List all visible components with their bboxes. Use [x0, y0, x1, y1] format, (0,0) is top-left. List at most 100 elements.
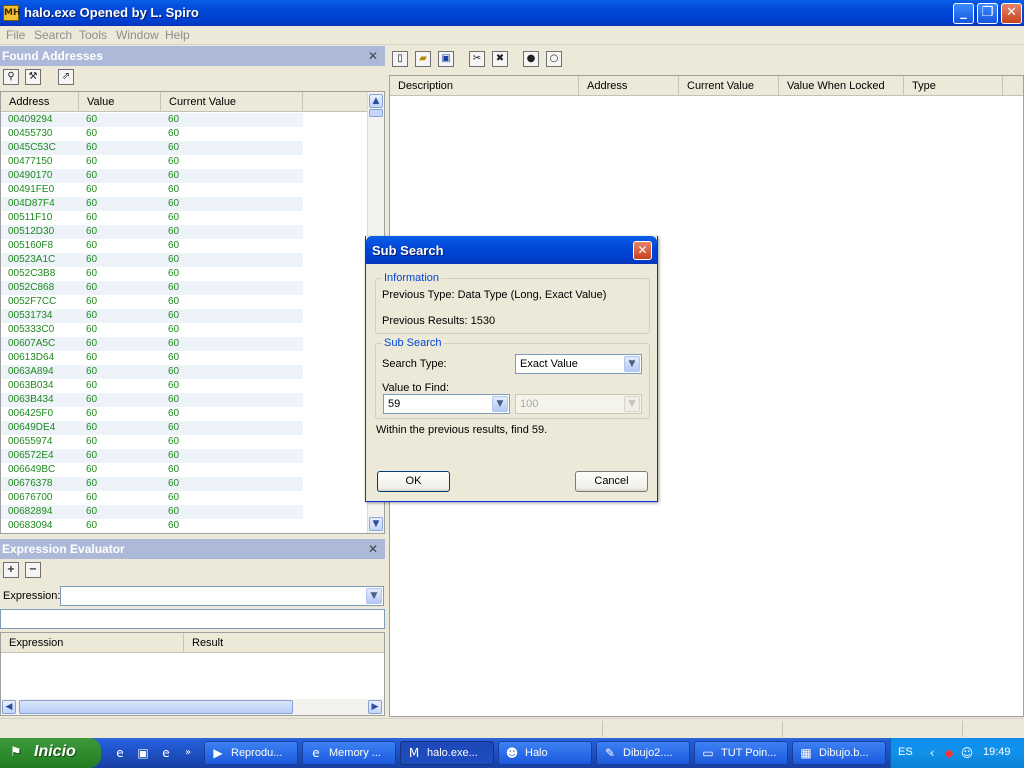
- column-value-when-locked[interactable]: Value When Locked: [779, 76, 904, 96]
- table-row[interactable]: 005160F8 60 60: [1, 239, 303, 253]
- expression-list[interactable]: Expression Result ◀ ▶: [0, 632, 385, 716]
- found-addresses-list[interactable]: Address Value Current Value 00409294 60 60…: [0, 91, 385, 534]
- taskbar-item[interactable]: ☻ Halo: [498, 741, 592, 765]
- cancel-button[interactable]: Cancel: [575, 471, 648, 492]
- column-expression[interactable]: Expression: [1, 633, 184, 653]
- menu-search[interactable]: Search: [34, 28, 72, 42]
- dialog-title-bar[interactable]: Sub Search ✕: [366, 236, 657, 264]
- table-row[interactable]: 0063A894 60 60: [1, 365, 303, 379]
- taskbar-item[interactable]: ▦ Dibujo.b...: [792, 741, 886, 765]
- table-row[interactable]: 00491FE0 60 60: [1, 183, 303, 197]
- table-row[interactable]: 0045C53C 60 60: [1, 141, 303, 155]
- table-row[interactable]: 006649BC 60 60: [1, 463, 303, 477]
- chevron-down-icon[interactable]: ▼: [624, 356, 640, 372]
- restore-button[interactable]: ❐: [977, 3, 998, 24]
- table-row[interactable]: 00683094 60 60: [1, 519, 303, 533]
- cut-icon[interactable]: ✂: [469, 51, 485, 67]
- open-icon[interactable]: ▰: [415, 51, 431, 67]
- ie-icon[interactable]: e: [112, 745, 128, 761]
- column-current-value[interactable]: Current Value: [161, 92, 303, 112]
- ok-button[interactable]: OK: [377, 471, 450, 492]
- ie-icon[interactable]: e: [158, 745, 174, 761]
- minimize-button[interactable]: _: [953, 3, 974, 24]
- expression-input[interactable]: ▼: [60, 586, 384, 606]
- column-type[interactable]: Type: [904, 76, 1003, 96]
- close-icon[interactable]: ✕: [633, 241, 652, 260]
- table-row[interactable]: 00477150 60 60: [1, 155, 303, 169]
- antivirus-icon[interactable]: ◆: [941, 745, 957, 761]
- column-value[interactable]: Value: [79, 92, 161, 112]
- main-toolbar: ▯ ▰ ▣ ✂ ✖ ● ○: [389, 46, 1024, 72]
- table-row[interactable]: 00655974 60 60: [1, 435, 303, 449]
- table-row[interactable]: 006572E4 60 60: [1, 449, 303, 463]
- scroll-thumb[interactable]: [19, 700, 293, 714]
- table-row[interactable]: 00613D64 60 60: [1, 351, 303, 365]
- table-row[interactable]: 006425F0 60 60: [1, 407, 303, 421]
- table-row[interactable]: 00649DE4 60 60: [1, 421, 303, 435]
- tools-icon[interactable]: ⚒: [25, 69, 41, 85]
- search-type-select[interactable]: Exact Value ▼: [515, 354, 642, 374]
- table-row[interactable]: 00511F10 60 60: [1, 211, 303, 225]
- unlock-icon[interactable]: ○: [546, 51, 562, 67]
- value-to-find-input[interactable]: 59 ▼: [383, 394, 510, 414]
- export-icon[interactable]: ⇗: [58, 69, 74, 85]
- scroll-left-icon[interactable]: ◀: [2, 700, 16, 714]
- column-description[interactable]: Description: [390, 76, 579, 96]
- table-row[interactable]: 0063B034 60 60: [1, 379, 303, 393]
- start-button[interactable]: ⚑ Inicio: [0, 738, 101, 768]
- column-address[interactable]: Address: [1, 92, 79, 112]
- add-icon[interactable]: +: [3, 562, 19, 578]
- menu-window[interactable]: Window: [116, 28, 159, 42]
- table-row[interactable]: 0052C3B8 60 60: [1, 267, 303, 281]
- taskbar-item[interactable]: ▶ Reprodu...: [204, 741, 298, 765]
- table-row[interactable]: 00676378 60 60: [1, 477, 303, 491]
- table-row[interactable]: 004D87F4 60 60: [1, 197, 303, 211]
- menu-help[interactable]: Help: [165, 28, 190, 42]
- network-icon[interactable]: ☺: [959, 745, 975, 761]
- close-icon[interactable]: ✕: [367, 543, 379, 555]
- chevron-down-icon[interactable]: ▼: [366, 588, 382, 604]
- game-icon[interactable]: ▣: [135, 745, 151, 761]
- scroll-down-icon[interactable]: ▼: [369, 517, 383, 531]
- menu-file[interactable]: File: [6, 28, 25, 42]
- table-row[interactable]: 0052F7CC 60 60: [1, 295, 303, 309]
- table-row[interactable]: 0052C868 60 60: [1, 281, 303, 295]
- taskbar-item[interactable]: e Memory ...: [302, 741, 396, 765]
- delete-icon[interactable]: ✖: [492, 51, 508, 67]
- taskbar-item[interactable]: Mhalo.exe...: [400, 741, 494, 765]
- scroll-thumb[interactable]: [369, 109, 383, 117]
- table-row[interactable]: 0063B434 60 60: [1, 393, 303, 407]
- remove-icon[interactable]: −: [25, 562, 41, 578]
- cell-value: 60: [86, 492, 98, 503]
- close-button[interactable]: ✕: [1001, 3, 1022, 24]
- table-row[interactable]: 00512D30 60 60: [1, 225, 303, 239]
- column-result[interactable]: Result: [184, 633, 384, 653]
- language-indicator[interactable]: ES: [898, 746, 913, 758]
- lock-icon[interactable]: ●: [523, 51, 539, 67]
- scroll-right-icon[interactable]: ▶: [368, 700, 382, 714]
- table-row[interactable]: 00682894 60 60: [1, 505, 303, 519]
- table-row[interactable]: 00523A1C 60 60: [1, 253, 303, 267]
- save-icon[interactable]: ▣: [438, 51, 454, 67]
- title-bar[interactable]: MH halo.exe Opened by L. Spiro _ ❐ ✕: [0, 0, 1024, 26]
- table-row[interactable]: 00455730 60 60: [1, 127, 303, 141]
- chevron-left-icon[interactable]: ‹: [924, 745, 940, 761]
- taskbar-item[interactable]: ✎ Dibujo2....: [596, 741, 690, 765]
- horizontal-scrollbar[interactable]: ◀ ▶: [1, 699, 384, 715]
- scroll-up-icon[interactable]: ▲: [369, 94, 383, 108]
- search-icon[interactable]: ⚲: [3, 69, 19, 85]
- taskbar-item[interactable]: ▭ TUT Poin...: [694, 741, 788, 765]
- table-row[interactable]: 00409294 60 60: [1, 113, 303, 127]
- chevrons-icon[interactable]: »: [180, 745, 196, 761]
- chevron-down-icon[interactable]: ▼: [492, 396, 508, 412]
- close-icon[interactable]: ✕: [367, 50, 379, 62]
- menu-tools[interactable]: Tools: [79, 28, 107, 42]
- column-current-value[interactable]: Current Value: [679, 76, 779, 96]
- table-row[interactable]: 00676700 60 60: [1, 491, 303, 505]
- table-row[interactable]: 00490170 60 60: [1, 169, 303, 183]
- table-row[interactable]: 00531734 60 60: [1, 309, 303, 323]
- table-row[interactable]: 00607A5C 60 60: [1, 337, 303, 351]
- new-icon[interactable]: ▯: [392, 51, 408, 67]
- table-row[interactable]: 005333C0 60 60: [1, 323, 303, 337]
- column-address[interactable]: Address: [579, 76, 679, 96]
